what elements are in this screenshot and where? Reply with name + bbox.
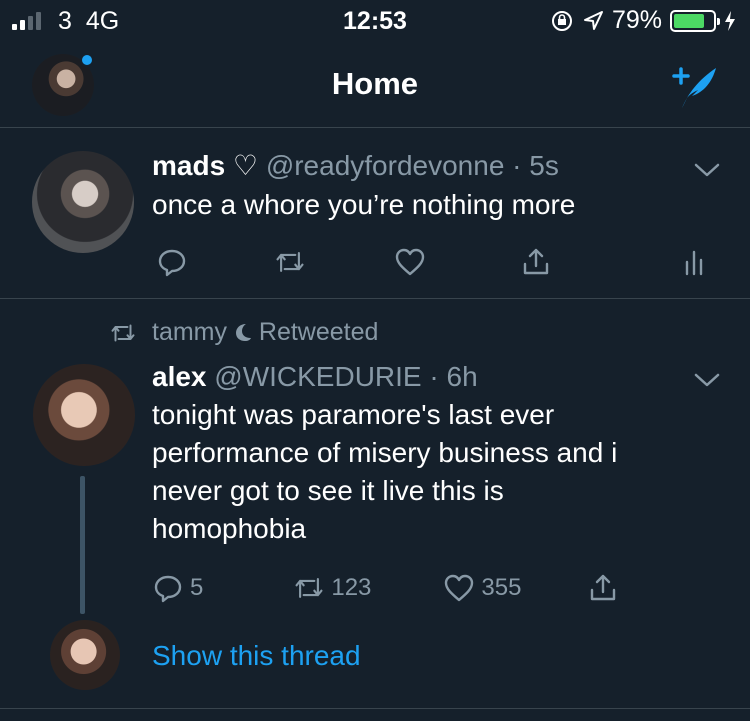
tweet-text-line: never got to see it live this is	[152, 475, 504, 506]
reply-count: 5	[190, 574, 204, 601]
tweet-text-line: homophobia	[152, 513, 307, 544]
analytics-icon	[685, 250, 703, 276]
compose-tweet-icon[interactable]	[668, 58, 722, 112]
retweet-icon	[111, 324, 135, 341]
battery-icon	[670, 9, 720, 32]
tweet-text-line: tonight was paramore's last ever	[152, 399, 555, 430]
divider	[0, 708, 750, 709]
author-name[interactable]: alex	[152, 361, 207, 392]
reply-icon	[158, 249, 186, 277]
share-button[interactable]	[587, 572, 619, 604]
retweet-count: 123	[331, 574, 372, 601]
analytics-button[interactable]	[678, 246, 710, 278]
battery-percent: 79%	[611, 6, 662, 34]
tweet-time: 5s	[529, 150, 559, 181]
retweet-icon	[295, 578, 323, 598]
tweet-header: alex @WICKEDURIE · 6h	[152, 361, 478, 393]
chevron-down-icon[interactable]	[694, 372, 720, 388]
tweet[interactable]: tammy Retweeted alex @WICKEDURIE · 6h to…	[0, 300, 750, 708]
thread-connector-line	[80, 476, 85, 614]
dot-separator: ·	[504, 150, 530, 181]
battery-fill	[674, 13, 705, 28]
like-button[interactable]	[394, 246, 426, 278]
like-button[interactable]: 355	[443, 572, 521, 604]
charging-bolt-icon	[725, 10, 735, 31]
tweet-text: tonight was paramore's last ever perform…	[152, 396, 617, 548]
show-thread-link[interactable]: Show this thread	[152, 640, 361, 672]
share-button[interactable]	[520, 246, 552, 278]
nav-bar: Home	[0, 40, 750, 128]
tweet-time: 6h	[446, 361, 478, 392]
status-bar: 3 4G 12:53 79%	[0, 0, 750, 40]
like-count: 355	[481, 574, 522, 601]
dot-separator: ·	[421, 361, 447, 392]
author-name[interactable]: mads ♡	[152, 150, 258, 181]
page-title: Home	[331, 66, 419, 101]
tweet-text: once a whore you’re nothing more	[152, 189, 576, 220]
retweeted-label: Retweeted	[258, 318, 379, 346]
status-right: 79%	[550, 6, 736, 35]
tweet-header: mads ♡ @readyfordevonne · 5s	[152, 149, 559, 182]
retweeter-name[interactable]: tammy	[152, 318, 227, 346]
retweet-context: tammy Retweeted	[108, 318, 378, 347]
share-icon	[523, 248, 549, 275]
tweet-text-line: performance of misery business and i	[152, 437, 618, 468]
moon-icon	[235, 324, 251, 341]
retweet-button[interactable]: 123	[293, 572, 371, 604]
reply-button[interactable]	[156, 246, 188, 278]
avatar[interactable]	[32, 151, 134, 253]
reply-icon	[154, 575, 182, 603]
thread-avatar[interactable]	[50, 620, 120, 690]
author-handle[interactable]: @readyfordevonne	[266, 150, 505, 181]
retweet-icon	[276, 252, 304, 272]
notification-dot	[80, 53, 94, 67]
tweet-actions	[152, 246, 710, 278]
tweet-actions: 5 123 355	[152, 572, 619, 604]
share-icon	[591, 574, 616, 601]
retweet-button[interactable]	[274, 246, 306, 278]
avatar[interactable]	[33, 364, 135, 466]
tweet[interactable]: mads ♡ @readyfordevonne · 5s once a whor…	[0, 129, 750, 299]
heart-icon	[395, 248, 425, 276]
chevron-down-icon[interactable]	[694, 162, 720, 178]
location-arrow-icon	[583, 10, 603, 30]
rotation-lock-icon	[551, 10, 572, 31]
reply-button[interactable]: 5	[152, 572, 203, 604]
heart-icon	[445, 574, 474, 602]
author-handle[interactable]: @WICKEDURIE	[214, 361, 421, 392]
